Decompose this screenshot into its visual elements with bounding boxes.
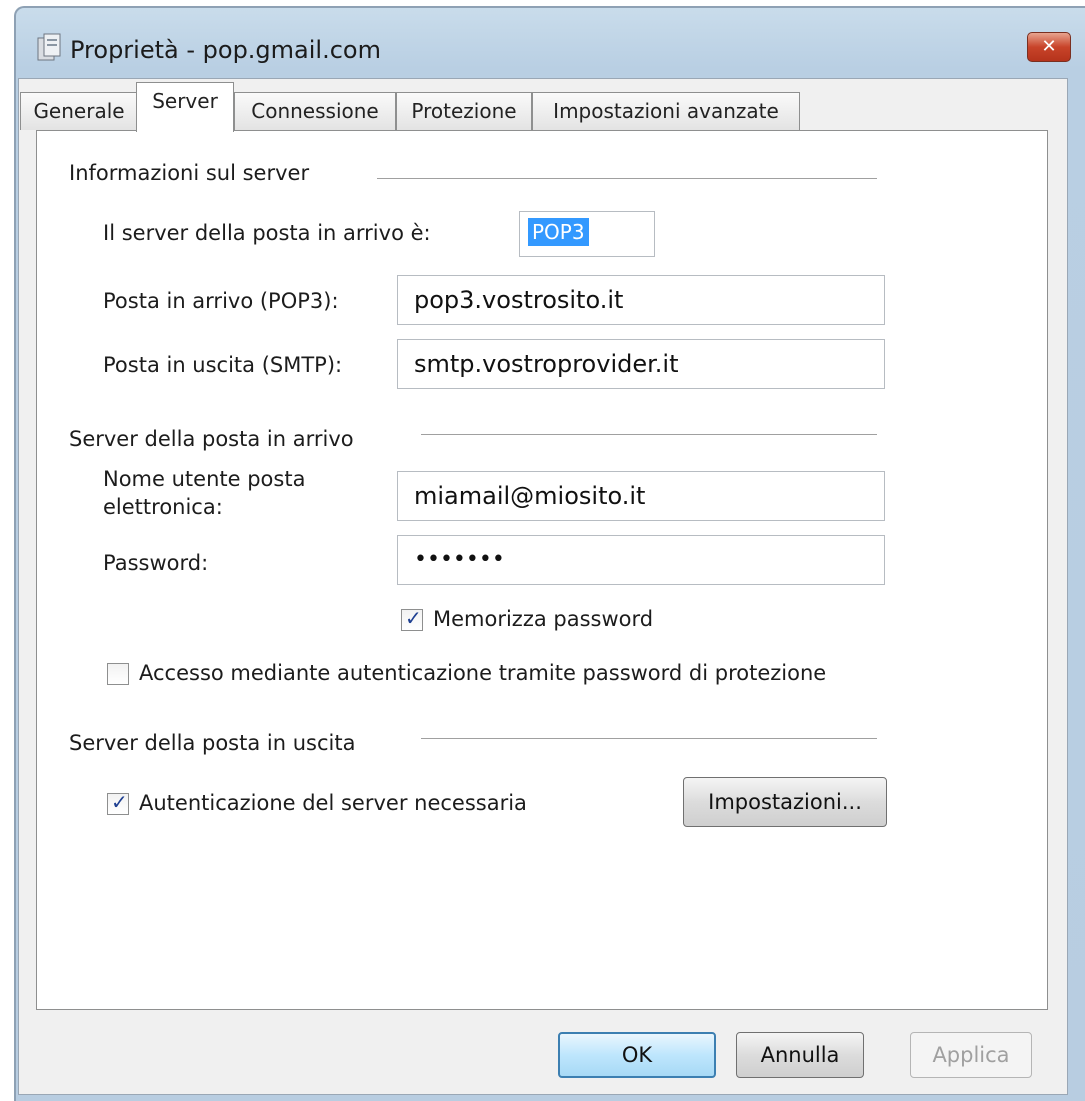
- username-field[interactable]: miamail@miosito.it: [397, 471, 885, 521]
- mail-account-icon: [37, 33, 61, 61]
- ok-button[interactable]: OK: [558, 1032, 716, 1078]
- outgoing-server-label: Posta in uscita (SMTP):: [103, 353, 343, 377]
- password-label: Password:: [103, 551, 209, 575]
- checkmark-icon: ✓: [111, 790, 128, 814]
- incoming-type-field: POP3: [519, 211, 655, 257]
- settings-button[interactable]: Impostazioni...: [683, 777, 887, 827]
- spa-label[interactable]: Accesso mediante autenticazione tramite …: [139, 659, 826, 687]
- server-auth-checkbox[interactable]: ✓: [107, 790, 129, 815]
- tab-protezione[interactable]: Protezione: [396, 92, 532, 130]
- server-auth-label[interactable]: Autenticazione del server necessaria: [139, 789, 527, 817]
- tab-server[interactable]: Server: [136, 82, 234, 132]
- incoming-server-label: Posta in arrivo (POP3):: [103, 289, 339, 313]
- window-title: Proprietà - pop.gmail.com: [70, 36, 381, 64]
- username-label: Nome utente posta elettronica:: [103, 467, 306, 519]
- tab-impostazioni-avanzate[interactable]: Impostazioni avanzate: [532, 92, 800, 130]
- incoming-type-label: Il server della posta in arrivo è:: [103, 221, 431, 245]
- spa-checkbox[interactable]: [107, 663, 129, 685]
- incoming-group-title: Server della posta in arrivo: [69, 427, 354, 451]
- title-bar[interactable]: Proprietà - pop.gmail.com ✕: [16, 8, 1085, 88]
- outgoing-group-divider: [421, 738, 877, 739]
- server-info-group-title: Informazioni sul server: [69, 161, 310, 185]
- server-info-divider: [377, 178, 877, 179]
- incoming-type-value: POP3: [528, 218, 589, 246]
- server-tab-panel: Informazioni sul server Il server della …: [36, 130, 1048, 1010]
- remember-password-label[interactable]: Memorizza password: [433, 605, 653, 633]
- cancel-button[interactable]: Annulla: [736, 1032, 864, 1078]
- outgoing-server-field[interactable]: smtp.vostroprovider.it: [397, 339, 885, 389]
- close-button[interactable]: ✕: [1027, 32, 1071, 62]
- checkmark-icon: ✓: [405, 606, 422, 630]
- outgoing-group-title: Server della posta in uscita: [69, 731, 356, 755]
- close-icon: ✕: [1041, 36, 1057, 57]
- tab-connessione[interactable]: Connessione: [234, 92, 396, 130]
- tab-generale[interactable]: Generale: [20, 92, 138, 130]
- incoming-group-divider: [421, 434, 877, 435]
- apply-button[interactable]: Applica: [910, 1032, 1032, 1078]
- incoming-server-field[interactable]: pop3.vostrosito.it: [397, 275, 885, 325]
- remember-password-checkbox[interactable]: ✓: [401, 606, 423, 631]
- password-field[interactable]: •••••••: [397, 535, 885, 585]
